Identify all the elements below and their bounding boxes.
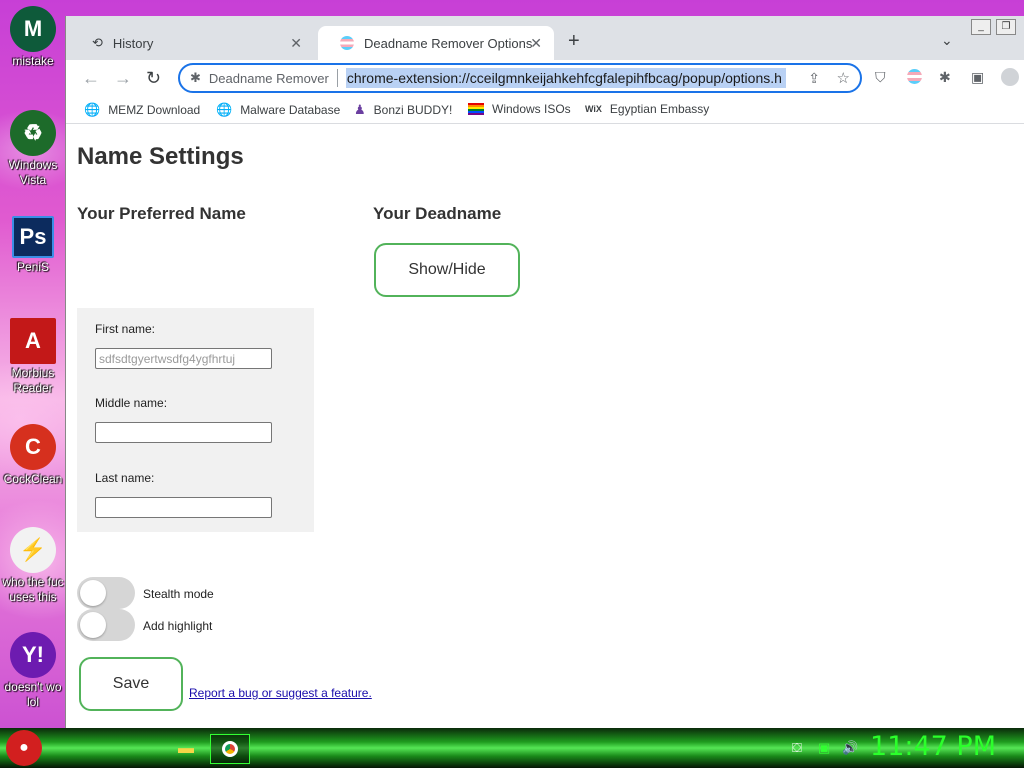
bookmark-label: Egyptian Embassy xyxy=(609,102,710,116)
volume-icon[interactable]: 🔊 xyxy=(842,740,858,756)
page-title: Name Settings xyxy=(77,143,244,170)
bookmark-egyptian-embassy[interactable]: WiX Egyptian Embassy xyxy=(585,102,709,116)
divider xyxy=(336,69,338,87)
middle-name-field[interactable] xyxy=(95,422,272,443)
puzzle-icon[interactable]: ✱ xyxy=(939,69,951,86)
show-hide-button[interactable]: Show/Hide xyxy=(374,243,520,297)
reload-button[interactable]: ↻ xyxy=(146,68,161,89)
desktop-icon-photoshop[interactable]: Ps PeniS xyxy=(0,216,66,275)
tab-strip: ⟲ History ✕ Deadname Remover Options ✕ +… xyxy=(66,16,1024,60)
side-panel-icon[interactable]: ▣ xyxy=(971,69,984,86)
ccleaner-icon: C xyxy=(10,424,56,470)
taskbar-chrome[interactable] xyxy=(210,734,250,764)
desktop-icon-label: mistake xyxy=(12,54,54,68)
toggle-knob xyxy=(80,612,106,638)
address-bar[interactable]: ✱ Deadname Remover chrome-extension://cc… xyxy=(178,63,862,93)
angry-bird-icon: ● xyxy=(19,739,29,756)
yahoo-messenger-icon: Y! xyxy=(10,632,56,678)
bookmark-star-icon[interactable]: ☆ xyxy=(837,69,850,87)
bookmark-label: Malware Database xyxy=(240,103,341,117)
bookmark-windows-isos[interactable]: Windows ISOs xyxy=(468,102,571,116)
profile-icon[interactable] xyxy=(1001,68,1019,86)
globe-icon: 🌐 xyxy=(84,102,101,117)
forward-button[interactable]: → xyxy=(114,68,132,89)
desktop-icon-yahoo[interactable]: Y! doesn't wo lol xyxy=(0,632,66,710)
desktop-icon-mistake[interactable]: M mistake xyxy=(0,6,66,69)
lightning-icon: ⚡ xyxy=(10,527,56,573)
new-tab-button[interactable]: + xyxy=(568,30,580,53)
share-icon[interactable]: ⇪ xyxy=(808,70,820,87)
desktop-icon-label: PeniS xyxy=(16,260,50,274)
minimize-button[interactable]: _ xyxy=(971,19,991,35)
url-text[interactable]: chrome-extension://cceilgmnkeijahkehfcgf… xyxy=(345,68,786,88)
stealth-mode-label: Stealth mode xyxy=(143,587,214,601)
first-name-field[interactable] xyxy=(95,348,272,369)
puzzle-icon: ✱ xyxy=(190,70,201,85)
close-tab-icon[interactable]: ✕ xyxy=(290,35,302,52)
add-highlight-toggle[interactable] xyxy=(77,609,135,641)
toggle-knob xyxy=(80,580,106,606)
bookmark-malware-database[interactable]: 🌐 Malware Database xyxy=(216,102,340,118)
bookmark-label: Bonzi BUDDY! xyxy=(373,103,453,117)
browser-window: ⟲ History ✕ Deadname Remover Options ✕ +… xyxy=(65,16,1024,728)
bookmark-label: Windows ISOs xyxy=(492,102,571,116)
taskbar: ● ▬ ⛋ ▣ 🔊 11:47 PM xyxy=(0,728,1024,768)
last-name-label: Last name: xyxy=(95,471,155,485)
tab-deadname-remover-options[interactable]: Deadname Remover Options ✕ xyxy=(318,26,554,60)
globe-icon: 🌐 xyxy=(216,102,233,117)
clock[interactable]: 11:47 PM xyxy=(870,731,996,762)
bonzi-icon: ♟ xyxy=(354,102,366,117)
preferred-name-panel: First name: Middle name: Last name: xyxy=(77,308,314,532)
chrome-icon xyxy=(222,741,238,757)
desktop-icon-windows-vista[interactable]: ♻ Windows Vista xyxy=(0,110,66,188)
tab-title: Deadname Remover Options xyxy=(364,35,533,51)
desktop-icon-cockclean[interactable]: C CockClean xyxy=(0,424,66,487)
stealth-mode-toggle[interactable] xyxy=(77,577,135,609)
acrobat-icon: A xyxy=(10,318,56,364)
photoshop-icon: Ps xyxy=(12,216,54,258)
trans-flag-icon xyxy=(340,36,354,50)
desktop-icon-morbius-reader[interactable]: A Morbius Reader xyxy=(0,318,66,396)
bookmarks-bar: 🌐 MEMZ Download 🌐 Malware Database ♟ Bon… xyxy=(66,96,1024,124)
options-page: Name Settings Your Preferred Name Your D… xyxy=(66,125,1024,728)
maximize-button[interactable]: ❐ xyxy=(996,19,1016,35)
desktop-icon-label: who the fuc uses this xyxy=(2,575,64,604)
desktop-icon-label: Morbius Reader xyxy=(11,366,55,395)
desktop-icon-label: Windows Vista xyxy=(8,158,58,187)
mistake-icon: M xyxy=(10,6,56,52)
desktop-icon-label: CockClean xyxy=(3,472,63,486)
wix-icon: WiX xyxy=(585,104,602,114)
site-name: Deadname Remover xyxy=(208,70,329,86)
start-button[interactable]: ● xyxy=(6,730,42,766)
desktop-icon-label: doesn't wo lol xyxy=(4,680,62,709)
preferred-name-heading: Your Preferred Name xyxy=(77,204,246,223)
close-tab-icon[interactable]: ✕ xyxy=(530,35,542,52)
bookmark-bonzi-buddy[interactable]: ♟ Bonzi BUDDY! xyxy=(354,102,452,118)
bookmark-memz-download[interactable]: 🌐 MEMZ Download xyxy=(84,102,200,118)
last-name-field[interactable] xyxy=(95,497,272,518)
deadname-heading: Your Deadname xyxy=(373,204,502,223)
history-icon: ⟲ xyxy=(92,35,103,50)
recycle-bin-icon: ♻ xyxy=(10,110,56,156)
first-name-label: First name: xyxy=(95,322,156,336)
taskbar-file-explorer[interactable]: ▬ xyxy=(166,734,206,764)
tab-search-button[interactable]: ⌄ xyxy=(941,32,953,49)
trans-flag-icon[interactable] xyxy=(907,69,922,84)
bookmark-label: MEMZ Download xyxy=(108,103,201,117)
tab-title: History xyxy=(112,35,154,51)
ublock-icon[interactable]: ⛉ xyxy=(875,69,886,86)
tab-history[interactable]: ⟲ History ✕ xyxy=(70,26,314,60)
monitor-icon[interactable]: ▣ xyxy=(818,740,830,756)
network-icon[interactable]: ⛋ xyxy=(792,740,802,756)
add-highlight-label: Add highlight xyxy=(143,619,213,633)
middle-name-label: Middle name: xyxy=(95,396,168,410)
folder-icon: ▬ xyxy=(178,740,194,757)
back-button[interactable]: ← xyxy=(82,68,100,89)
rainbow-flag-icon xyxy=(468,103,484,115)
desktop-icon-winamp[interactable]: ⚡ who the fuc uses this xyxy=(0,527,66,605)
report-bug-link[interactable]: Report a bug or suggest a feature. xyxy=(189,686,372,700)
save-button[interactable]: Save xyxy=(79,657,183,711)
browser-toolbar: ← → ↻ ✱ Deadname Remover chrome-extensio… xyxy=(66,60,1024,96)
